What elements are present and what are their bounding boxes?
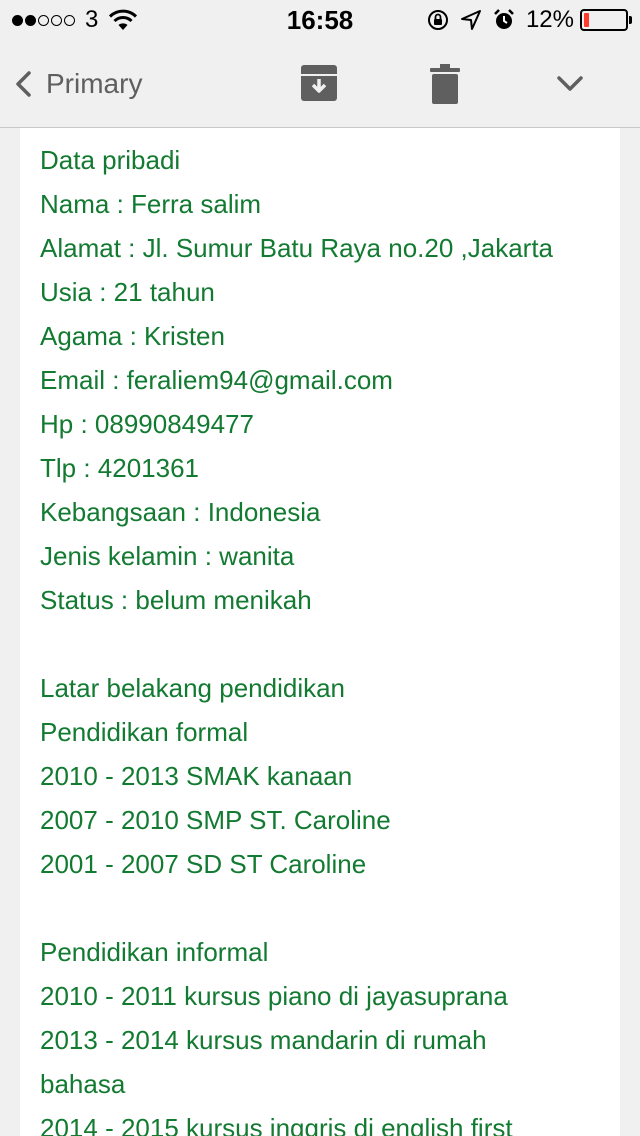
email-text-line: Pendidikan informal	[40, 937, 269, 967]
email-text-line: Pendidikan formal	[40, 717, 249, 747]
email-text-line: Email : feraliem94@gmail.com	[40, 365, 393, 395]
battery-percentage: 12%	[525, 6, 574, 33]
location-icon	[460, 10, 481, 30]
email-text-line: Jenis kelamin : wanita	[40, 541, 295, 571]
screen: 3 16:58 12% Primary Data pribadi Nama: …	[0, 0, 640, 1136]
email-text-line: Tlp : 4201361	[40, 453, 200, 483]
email-text-line: Hp : 08990849477	[40, 409, 254, 439]
status-bar: 3 16:58 12%	[0, 0, 640, 40]
status-right: 12%	[416, 6, 632, 34]
back-button[interactable]: Primary	[14, 64, 142, 104]
email-text-line: Latar belakang pendidikan	[40, 673, 346, 703]
email-text-line: 2013 - 2014 kursus mandarin di rumah	[40, 1025, 487, 1055]
alarm-icon	[494, 9, 514, 29]
email-toolbar: Primary	[0, 40, 640, 128]
email-text-line: Usia : 21 tahun	[40, 277, 215, 307]
email-body: Data pribadi Nama : Ferra salim Alamat : J…	[40, 138, 610, 1136]
email-content-card: Data pribadi Nama : Ferra salim Alamat : J…	[20, 128, 620, 1136]
chevron-down-icon[interactable]	[556, 74, 584, 94]
email-text-line: Agama : Kristen	[40, 321, 225, 351]
back-label: Primary	[46, 68, 143, 99]
email-text-line: bahasa	[40, 1069, 126, 1099]
chevron-left-icon	[16, 71, 31, 97]
email-text-line: 2007 - 2010 SMP ST. Caroline	[40, 805, 391, 835]
email-text-line: 2001 - 2007 SD ST Caroline	[40, 849, 367, 879]
email-text-line: Alamat : Jl. Sumur Batu Raya no.20 ,Jaka…	[40, 233, 554, 263]
email-text-line: Kebangsaan : Indonesia	[40, 497, 321, 527]
battery-icon	[580, 9, 632, 31]
email-text-line: Status : belum menikah	[40, 585, 312, 615]
email-text-line: 2010 - 2011 kursus piano di jayasuprana	[40, 981, 508, 1011]
battery-level	[584, 13, 589, 27]
trash-icon[interactable]	[430, 64, 460, 104]
archive-icon[interactable]	[300, 64, 338, 102]
email-text-line: Data pribadi	[40, 145, 181, 175]
email-text-line: 2010 - 2013 SMAK kanaan	[40, 761, 353, 791]
email-text-line: 2014 - 2015 kursus inggris di english fi…	[40, 1113, 513, 1136]
email-text-line: Nama : Ferra salim	[40, 189, 262, 219]
rotation-lock-icon	[427, 10, 448, 30]
